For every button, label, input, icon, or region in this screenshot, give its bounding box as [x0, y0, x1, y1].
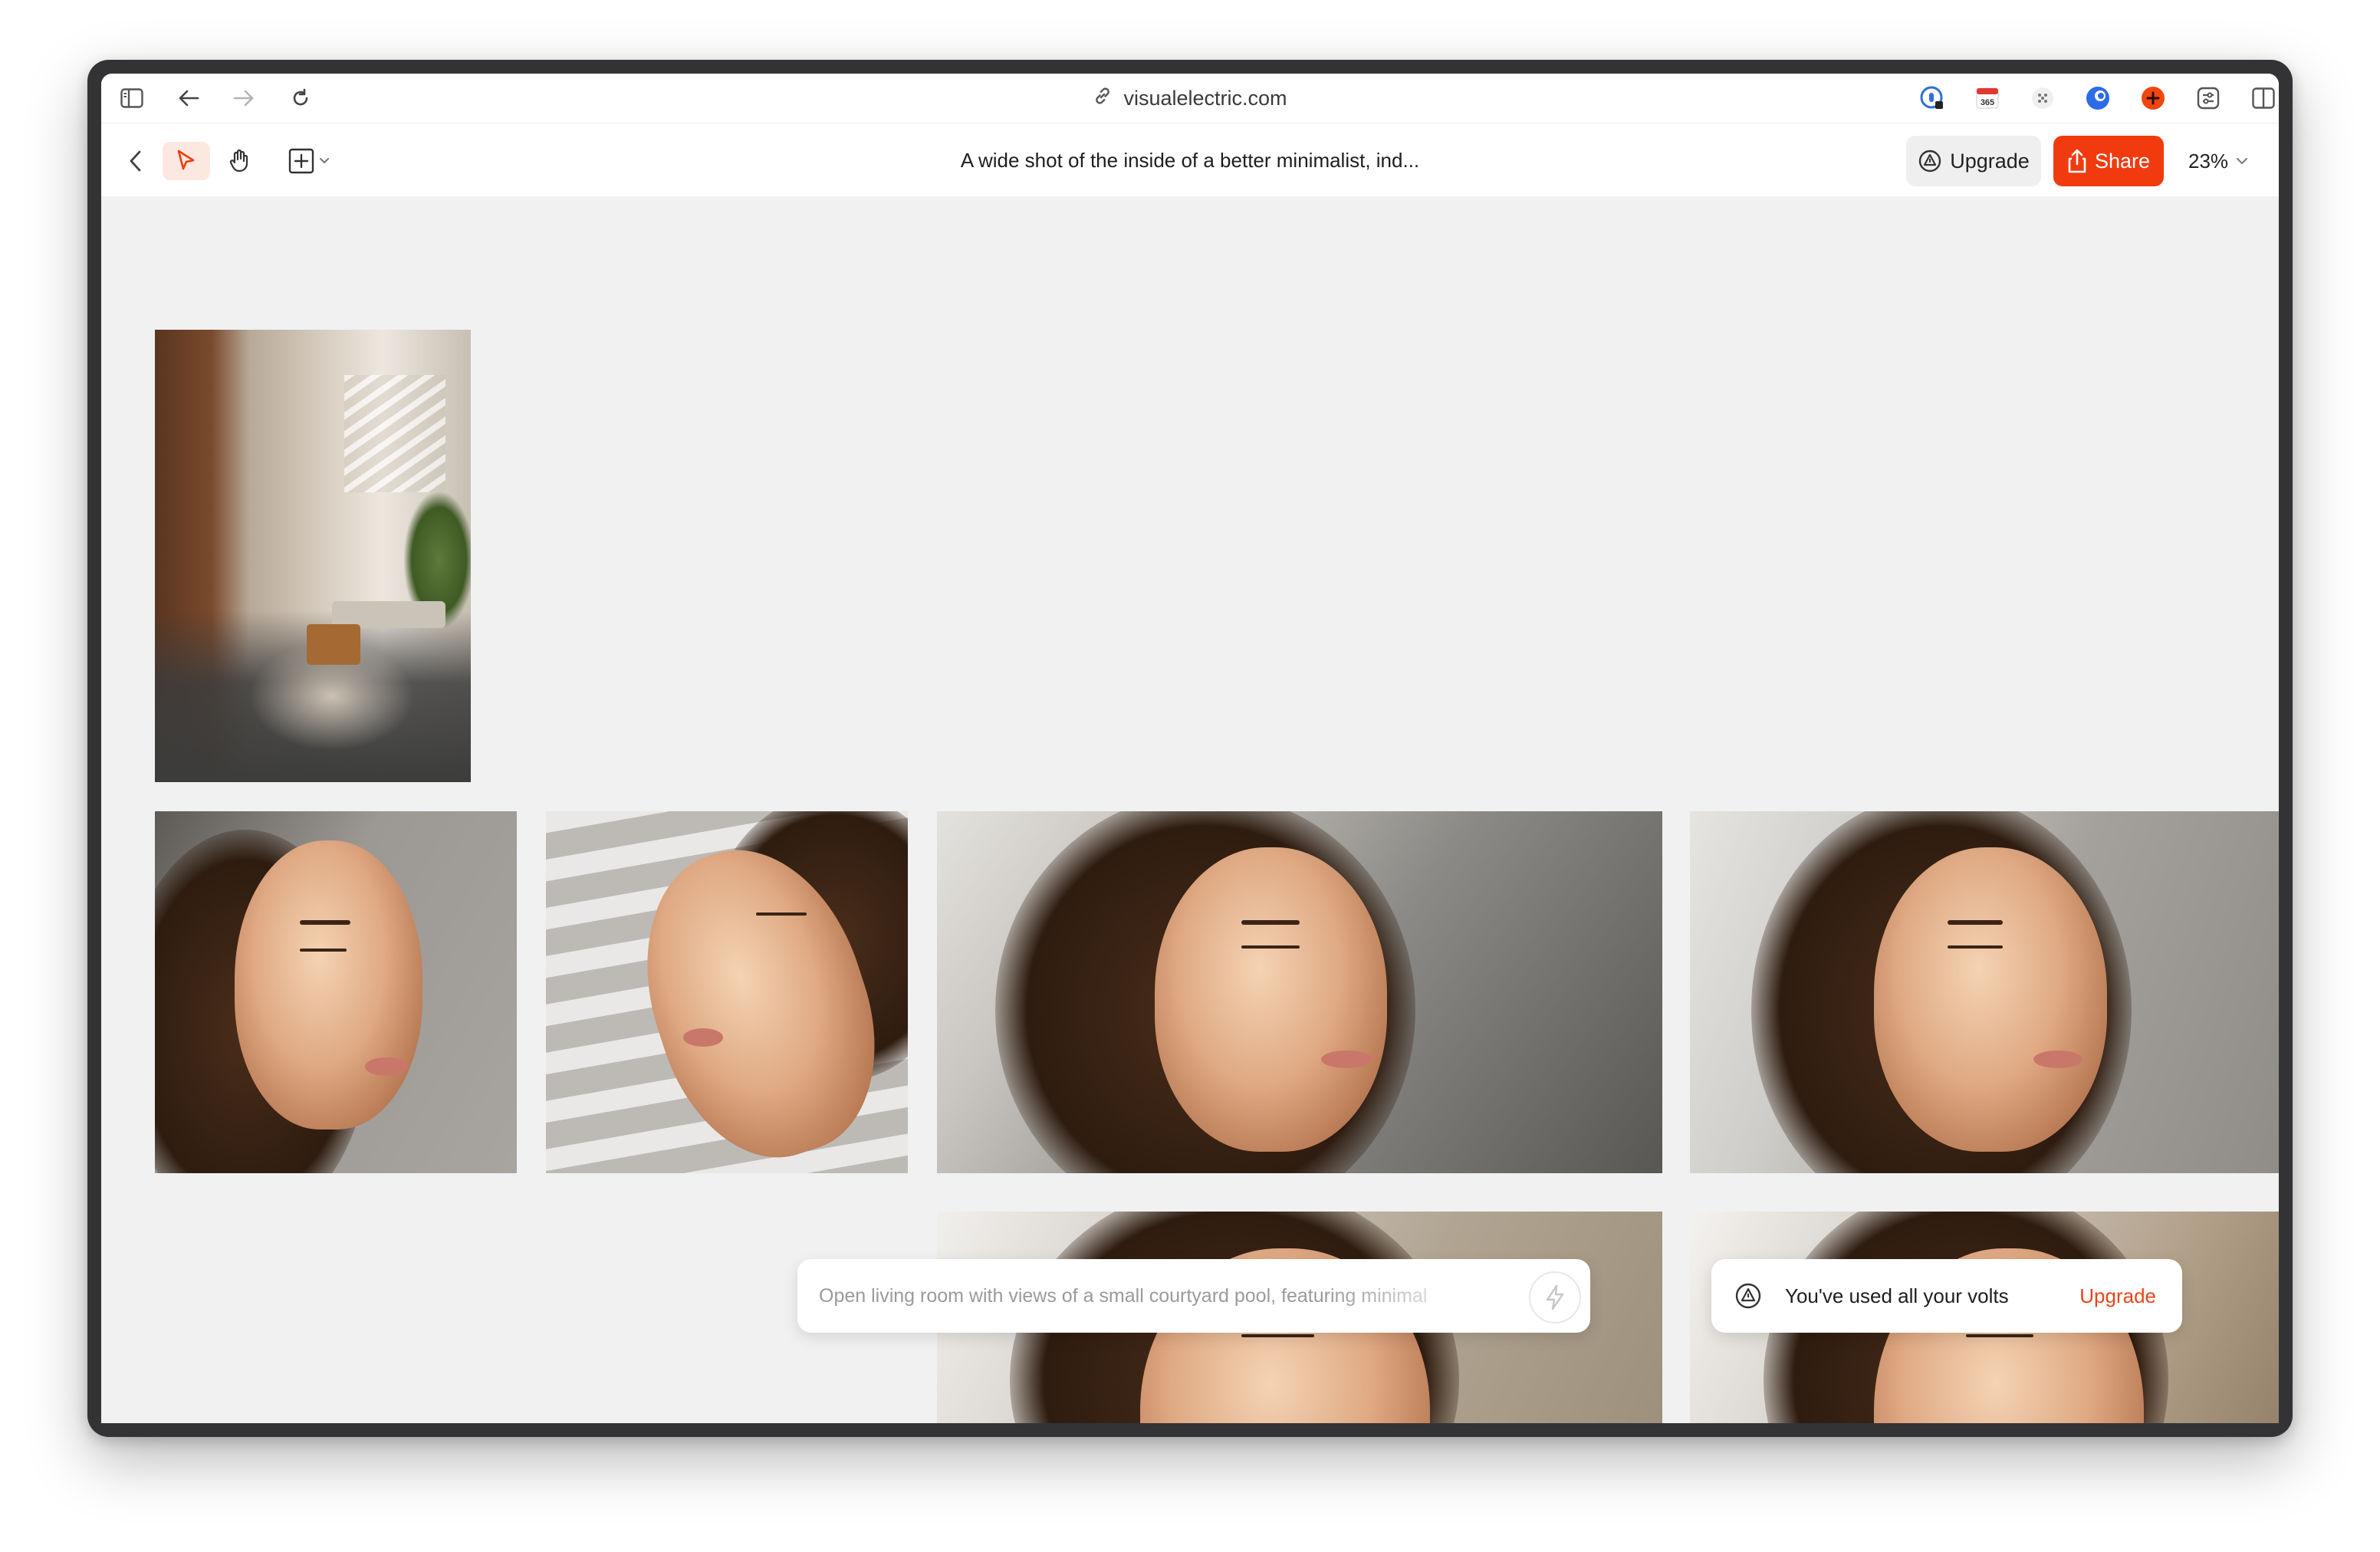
prompt-input[interactable]: Open living room with views of a small c…: [797, 1259, 1590, 1333]
generate-button[interactable]: [1529, 1271, 1581, 1323]
volt-badge-icon: [1919, 150, 1941, 173]
calendar-365-label: 365: [1981, 98, 1994, 107]
browser-toolbar: visualelectric.com 365: [101, 74, 2279, 123]
upgrade-button-label: Upgrade: [1950, 149, 2030, 173]
red-plus-icon[interactable]: [2139, 84, 2167, 112]
split-view-icon[interactable]: [2250, 84, 2277, 112]
app-toolbar: A wide shot of the inside of a better mi…: [101, 123, 2279, 199]
url-text: visualelectric.com: [1123, 86, 1287, 110]
portrait-image-3[interactable]: [937, 811, 1662, 1173]
share-button-label: Share: [2094, 149, 2151, 173]
share-button[interactable]: Share: [2053, 136, 2164, 186]
portrait-image-2[interactable]: [546, 811, 908, 1173]
link-icon: [1093, 86, 1113, 111]
volts-notice: You've used all your volts Upgrade: [1711, 1259, 2182, 1333]
portrait-image-1[interactable]: [155, 811, 517, 1173]
zoom-select[interactable]: 23%: [2188, 136, 2248, 186]
canvas[interactable]: Open living room with views of a small c…: [101, 196, 2279, 1423]
calendar-365-icon[interactable]: 365: [1974, 84, 2001, 112]
prompt-placeholder[interactable]: Open living room with views of a small c…: [819, 1259, 1494, 1333]
interior-image[interactable]: [155, 330, 471, 782]
volts-message: You've used all your volts: [1785, 1284, 2009, 1307]
browser-viewport: visualelectric.com 365 A wide shot of th…: [101, 74, 2279, 1423]
sliders-icon[interactable]: [2194, 84, 2222, 112]
lightning-icon: [1546, 1284, 1564, 1310]
volt-badge-icon: [1734, 1282, 1762, 1314]
upgrade-button[interactable]: Upgrade: [1906, 136, 2041, 186]
volts-upgrade-link[interactable]: Upgrade: [2079, 1284, 2156, 1308]
password-icon[interactable]: [1918, 84, 1946, 112]
chevron-down-icon: [2237, 158, 2248, 165]
blue-ball-icon[interactable]: [2084, 84, 2112, 112]
share-icon: [2068, 149, 2086, 173]
zoom-value: 23%: [2188, 149, 2229, 173]
portrait-image-4[interactable]: [1690, 811, 2279, 1173]
dots-icon[interactable]: [2029, 84, 2056, 112]
address-bar[interactable]: visualelectric.com: [101, 74, 2279, 123]
browser-window: visualelectric.com 365 A wide shot of th…: [87, 60, 2293, 1437]
